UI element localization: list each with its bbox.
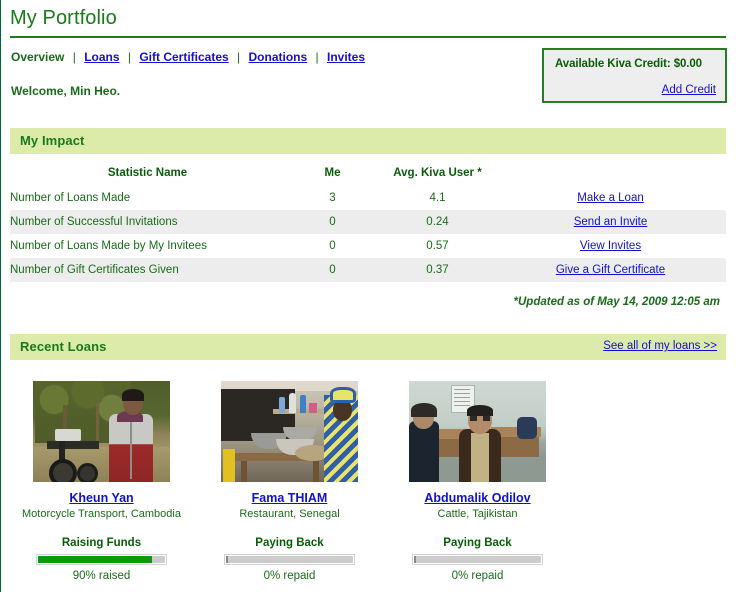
list-item: Abdumalik Odilov Cattle, Tajikistan Payi… xyxy=(395,381,560,582)
impact-col-avg-kiva-user: Avg. Kiva User * xyxy=(393,167,482,179)
loan-progress-track xyxy=(226,556,353,563)
loan-progress-fill xyxy=(38,556,153,563)
impact-row-action: View Invites xyxy=(495,234,726,258)
loan-status-label: Paying Back xyxy=(255,537,324,549)
loan-borrower-photo-abdumalik-odilov[interactable] xyxy=(409,381,546,482)
loan-borrower-link[interactable]: Abdumalik Odilov xyxy=(424,491,530,505)
impact-row-name: Number of Loans Made by My Invitees xyxy=(10,239,207,252)
nav-separator: | xyxy=(237,50,241,64)
see-all-loans-link[interactable]: See all of my loans >> xyxy=(603,340,717,352)
view-invites-link[interactable]: View Invites xyxy=(580,240,641,252)
nav-item-donations[interactable]: Donations xyxy=(249,50,308,64)
nav-separator: | xyxy=(72,50,76,64)
impact-row-name: Number of Successful Invitations xyxy=(10,210,285,234)
send-an-invite-link[interactable]: Send an Invite xyxy=(574,216,648,228)
table-row: Number of Loans Made 3 4.1 Make a Loan xyxy=(10,186,726,210)
list-item: Fama THIAM Restaurant, Senegal Paying Ba… xyxy=(207,381,372,582)
loan-description: Restaurant, Senegal xyxy=(239,508,340,520)
impact-row-name: Number of Gift Certificates Given xyxy=(10,258,285,282)
impact-row-avg: 0.37 xyxy=(380,258,495,282)
impact-table-body: Number of Loans Made 3 4.1 Make a Loan N… xyxy=(10,186,726,282)
loan-progress-tick xyxy=(414,556,416,563)
recent-loans-band: Recent Loans See all of my loans >> xyxy=(10,334,726,360)
nav-separator: | xyxy=(315,50,319,64)
add-credit-link-wrap: Add Credit xyxy=(544,84,716,96)
loan-progress-bar xyxy=(224,554,355,565)
my-impact-table-wrap: Statistic Name Me Avg. Kiva User * Numbe… xyxy=(10,165,726,308)
impact-col-me: Me xyxy=(324,167,341,179)
nav-separator: | xyxy=(127,50,131,64)
loan-borrower-link[interactable]: Fama THIAM xyxy=(252,491,328,505)
table-row: Number of Loans Made by My Invitees 0 0.… xyxy=(10,234,726,258)
loan-borrower-photo-fama-thiam[interactable] xyxy=(221,381,358,482)
impact-row-me: 3 xyxy=(329,191,336,204)
impact-row-me: 0 xyxy=(285,210,380,234)
loan-status-label: Paying Back xyxy=(443,537,512,549)
impact-row-avg: 0.57 xyxy=(426,239,449,252)
loan-borrower-name: Fama THIAM xyxy=(207,491,372,505)
impact-col-statistic-name: Statistic Name xyxy=(107,167,188,179)
loan-borrower-name: Kheun Yan xyxy=(19,491,184,505)
loan-borrower-name: Abdumalik Odilov xyxy=(395,491,560,505)
loan-description: Motorcycle Transport, Cambodia xyxy=(22,508,181,520)
impact-header-row: Statistic Name Me Avg. Kiva User * xyxy=(10,165,726,186)
impact-col-action xyxy=(495,165,726,186)
my-impact-table: Statistic Name Me Avg. Kiva User * Numbe… xyxy=(10,165,726,282)
available-credit-label: Available Kiva Credit: $0.00 xyxy=(555,58,702,70)
nav-item-overview[interactable]: Overview xyxy=(11,50,64,64)
title-divider xyxy=(10,36,726,38)
impact-table-head: Statistic Name Me Avg. Kiva User * xyxy=(10,165,726,186)
nav-item-gift-certificates[interactable]: Gift Certificates xyxy=(139,50,228,64)
see-all-loans-wrap: See all of my loans >> xyxy=(603,340,717,352)
impact-row-action: Give a Gift Certificate xyxy=(495,258,726,282)
my-impact-band: My Impact xyxy=(10,128,726,154)
page-inner: My Portfolio Overview | Loans | Gift Cer… xyxy=(1,0,736,582)
my-impact-title: My Impact xyxy=(20,133,85,148)
loan-progress-track xyxy=(414,556,541,563)
loan-borrower-link[interactable]: Kheun Yan xyxy=(69,491,133,505)
impact-row-action: Send an Invite xyxy=(495,210,726,234)
loan-progress-bar xyxy=(412,554,543,565)
portfolio-page: My Portfolio Overview | Loans | Gift Cer… xyxy=(0,0,736,592)
loan-progress-text: 90% raised xyxy=(72,570,131,582)
list-item: Kheun Yan Motorcycle Transport, Cambodia… xyxy=(19,381,184,582)
page-title: My Portfolio xyxy=(10,7,117,29)
nav-item-invites[interactable]: Invites xyxy=(327,50,365,64)
impact-row-name: Number of Loans Made xyxy=(10,191,131,204)
impact-updated-note: *Updated as of May 14, 2009 12:05 am xyxy=(513,296,720,308)
loan-status-label: Raising Funds xyxy=(61,537,142,549)
loan-progress-bar xyxy=(36,554,167,565)
loan-progress-tick xyxy=(226,556,228,563)
kiva-credit-box: Available Kiva Credit: $0.00 Add Credit xyxy=(542,48,727,103)
loan-borrower-photo-kheun-yan[interactable] xyxy=(33,381,170,482)
impact-row-action: Make a Loan xyxy=(495,186,726,210)
recent-loans-title: Recent Loans xyxy=(20,339,107,354)
give-a-gift-certificate-link[interactable]: Give a Gift Certificate xyxy=(556,264,665,276)
impact-row-me: 0 xyxy=(285,258,380,282)
loan-progress-text: 0% repaid xyxy=(451,570,504,582)
make-a-loan-link[interactable]: Make a Loan xyxy=(577,192,644,204)
impact-row-avg: 0.24 xyxy=(380,210,495,234)
nav-item-loans[interactable]: Loans xyxy=(84,50,119,64)
loan-description: Cattle, Tajikistan xyxy=(437,508,518,520)
add-credit-link[interactable]: Add Credit xyxy=(662,84,716,96)
loan-progress-track xyxy=(38,556,165,563)
table-row: Number of Gift Certificates Given 0 0.37… xyxy=(10,258,726,282)
table-row: Number of Successful Invitations 0 0.24 … xyxy=(10,210,726,234)
recent-loans-list: Kheun Yan Motorcycle Transport, Cambodia… xyxy=(10,381,726,582)
loan-progress-text: 0% repaid xyxy=(263,570,316,582)
impact-row-me: 0 xyxy=(329,239,336,252)
impact-row-avg: 4.1 xyxy=(429,191,446,204)
